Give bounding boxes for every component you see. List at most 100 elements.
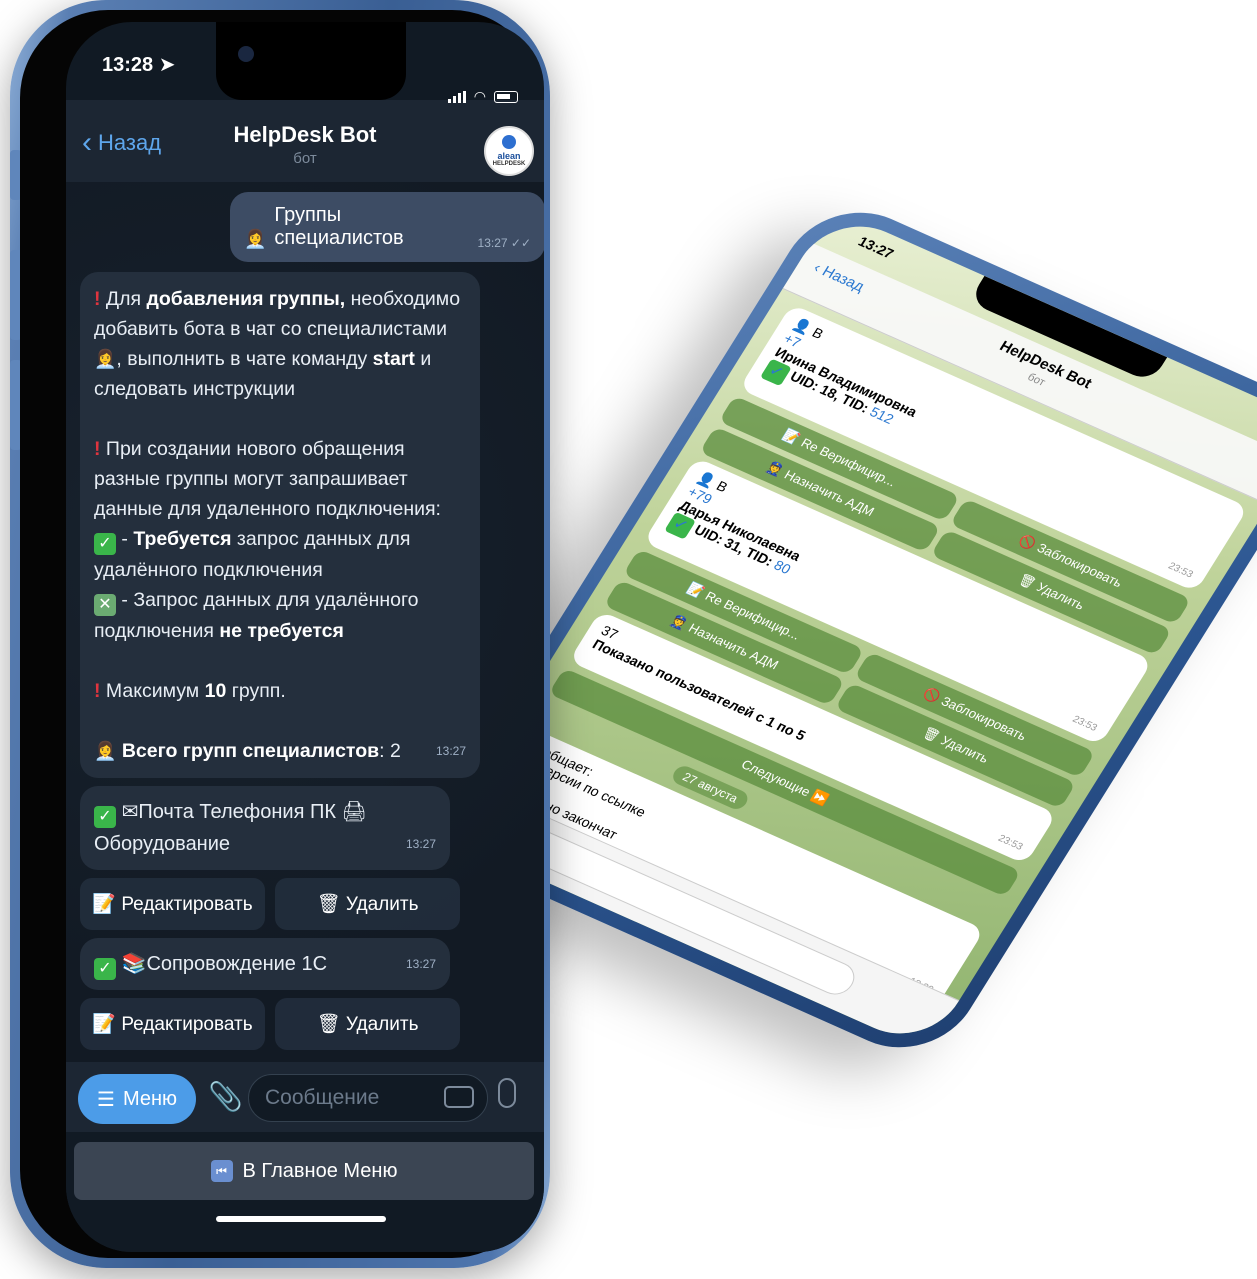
- info-time: 13:27: [435, 744, 466, 758]
- wifi-icon: ◠: [473, 88, 486, 104]
- edit-label: Редактировать: [121, 894, 253, 915]
- hamburger-icon: ☰: [97, 1088, 115, 1111]
- outgoing-time-text: 13:27: [477, 236, 508, 250]
- edit-group-button[interactable]: 📝 Редактировать: [80, 998, 265, 1050]
- avatar[interactable]: alean HELPDESK: [484, 126, 534, 176]
- cross-icon: ✕: [94, 594, 116, 616]
- info-p2: При создании нового обращения разные гру…: [94, 438, 441, 520]
- chat-title: HelpDesk Bot: [233, 122, 377, 147]
- delete-group-button[interactable]: 🗑 Удалить: [275, 998, 460, 1050]
- group-actions-row: 📝 Редактировать 🗑 Удалить: [80, 998, 460, 1050]
- group-line-2: Оборудование 13:27: [94, 828, 436, 860]
- info-paragraph-6: 👩‍💼 Всего групп специалистов: 2 13:27: [94, 736, 466, 766]
- reply-keyboard: ⏮ В Главное Меню: [66, 1132, 544, 1252]
- info-p6-a: Всего групп специалистов: [121, 740, 380, 762]
- delete-label: Удалить: [938, 732, 992, 766]
- check-icon: ✓: [94, 533, 116, 555]
- info-p5-c: групп.: [226, 680, 286, 702]
- trash-icon: 🗑: [316, 1014, 341, 1035]
- edit-icon: 📝: [92, 1014, 117, 1035]
- chat-subtitle: бот: [293, 150, 317, 167]
- people-icon: 👩‍💼: [244, 229, 267, 249]
- people-icon: 👩‍💼: [94, 349, 117, 369]
- back-status-time: 13:27: [855, 233, 897, 262]
- info-p1-d: , выполнить в чате команду: [116, 348, 373, 370]
- chat-area: 👩‍💼 Группы специалистов 13:27 ✓✓ ! Для д…: [66, 182, 544, 1092]
- signal-icon: [447, 90, 466, 103]
- people-icon: 👩‍💼: [94, 741, 117, 761]
- outgoing-text: Группы специалистов: [274, 204, 404, 249]
- menu-button[interactable]: ☰ Меню: [78, 1074, 196, 1124]
- location-arrow-icon: ➤: [158, 54, 176, 76]
- edit-icon: 📝: [92, 894, 117, 915]
- info-p3-a: -: [121, 528, 134, 550]
- info-paragraph-3: ✓ - Требуется запрос данных для удалённо…: [94, 524, 466, 585]
- info-p1-e: start: [372, 348, 415, 370]
- main-menu-button[interactable]: ⏮ В Главное Меню: [74, 1142, 534, 1200]
- info-paragraph-2: ! При создании нового обращения разные г…: [94, 434, 466, 524]
- info-p3-b: Требуется: [133, 528, 232, 550]
- status-icons: ◠: [447, 88, 518, 105]
- trash-icon: 🗑: [316, 894, 341, 915]
- input-bar: ☰ Меню 📎 Сообщение: [66, 1062, 544, 1132]
- info-p1-b: добавления группы,: [146, 288, 346, 310]
- info-p1-a: Для: [105, 288, 147, 310]
- logo-pin-icon: [502, 135, 516, 149]
- keyboard-icon[interactable]: [444, 1086, 474, 1108]
- attach-icon[interactable]: 📎: [208, 1080, 243, 1113]
- delete-group-button[interactable]: 🗑 Удалить: [275, 878, 460, 930]
- group-line-1: ✓ 📚Сопровождение 1С 13:27: [94, 948, 436, 980]
- check-icon: ✓: [94, 806, 116, 828]
- check-icon: ✓: [94, 958, 116, 980]
- group-message: ✓ ✉Почта Телефония ПК 🖨 Оборудование 13:2…: [80, 786, 450, 870]
- delete-label: Удалить: [1033, 579, 1088, 613]
- group-name: Сопровождение 1С: [146, 953, 328, 975]
- group-time: 13:27: [405, 837, 436, 851]
- read-check-icon: ✓✓: [510, 236, 531, 250]
- front-phone: 13:28 ➤ ◠ ‹ Назад HelpDesk Bot бот alean …: [10, 0, 550, 1268]
- delete-label: Удалить: [345, 894, 419, 915]
- edit-label: Редактировать: [121, 1014, 253, 1035]
- mail-icon: ✉: [121, 801, 139, 823]
- info-paragraph-4: ✕ - Запрос данных для удалённого подключ…: [94, 585, 466, 646]
- group-extra: Оборудование: [94, 833, 231, 855]
- microphone-icon[interactable]: [498, 1078, 516, 1108]
- info-p4-b: не требуется: [219, 620, 344, 642]
- chat-header: ‹ Назад HelpDesk Bot бот alean HELPDESK: [66, 100, 544, 182]
- exclamation-icon: !: [94, 288, 101, 310]
- rewind-icon: ⏮: [210, 1160, 233, 1182]
- info-p6-b: : 2: [379, 740, 401, 762]
- edit-group-button[interactable]: 📝 Редактировать: [80, 878, 265, 930]
- stage: 13:27 ‹ Назад HelpDesk Bot бот 👤 В +7 Ир…: [0, 0, 1257, 1279]
- printer-icon: 🖨: [341, 801, 367, 823]
- info-paragraph-1: ! Для добавления группы, необходимо доба…: [94, 284, 466, 404]
- outgoing-message: 👩‍💼 Группы специалистов 13:27 ✓✓: [230, 192, 544, 262]
- exclamation-icon: !: [94, 438, 101, 460]
- exclamation-icon: !: [94, 680, 101, 702]
- back-phone-screen: 13:27 ‹ Назад HelpDesk Bot бот 👤 В +7 Ир…: [441, 208, 1257, 1052]
- group-services: Почта Телефония ПК: [138, 801, 336, 823]
- battery-icon: [494, 90, 518, 103]
- avatar-text: alean: [497, 151, 521, 161]
- home-indicator[interactable]: [216, 1216, 386, 1222]
- outgoing-time: 13:27 ✓✓: [478, 236, 531, 250]
- camera-icon: [238, 46, 254, 62]
- user-prefix: В: [713, 477, 731, 496]
- avatar-subtext: HELPDESK: [492, 161, 526, 167]
- group-time: 13:27: [405, 957, 436, 971]
- main-menu-label: В Главное Меню: [242, 1159, 398, 1182]
- group-line-1: ✓ ✉Почта Телефония ПК 🖨: [94, 796, 436, 828]
- status-time-text: 13:28: [102, 54, 154, 76]
- user-prefix: В: [809, 324, 827, 342]
- status-time: 13:28 ➤: [102, 52, 175, 77]
- info-p5-a: Максимум: [105, 680, 205, 702]
- menu-label: Меню: [122, 1087, 177, 1110]
- delete-label: Удалить: [345, 1014, 419, 1035]
- back-phone-wrap: 13:27 ‹ Назад HelpDesk Bot бот 👤 В +7 Ир…: [420, 190, 1257, 1070]
- info-p5-b: 10: [204, 680, 227, 702]
- group-message: ✓ 📚Сопровождение 1С 13:27: [80, 938, 450, 990]
- info-paragraph-5: ! Максимум 10 групп.: [94, 676, 466, 706]
